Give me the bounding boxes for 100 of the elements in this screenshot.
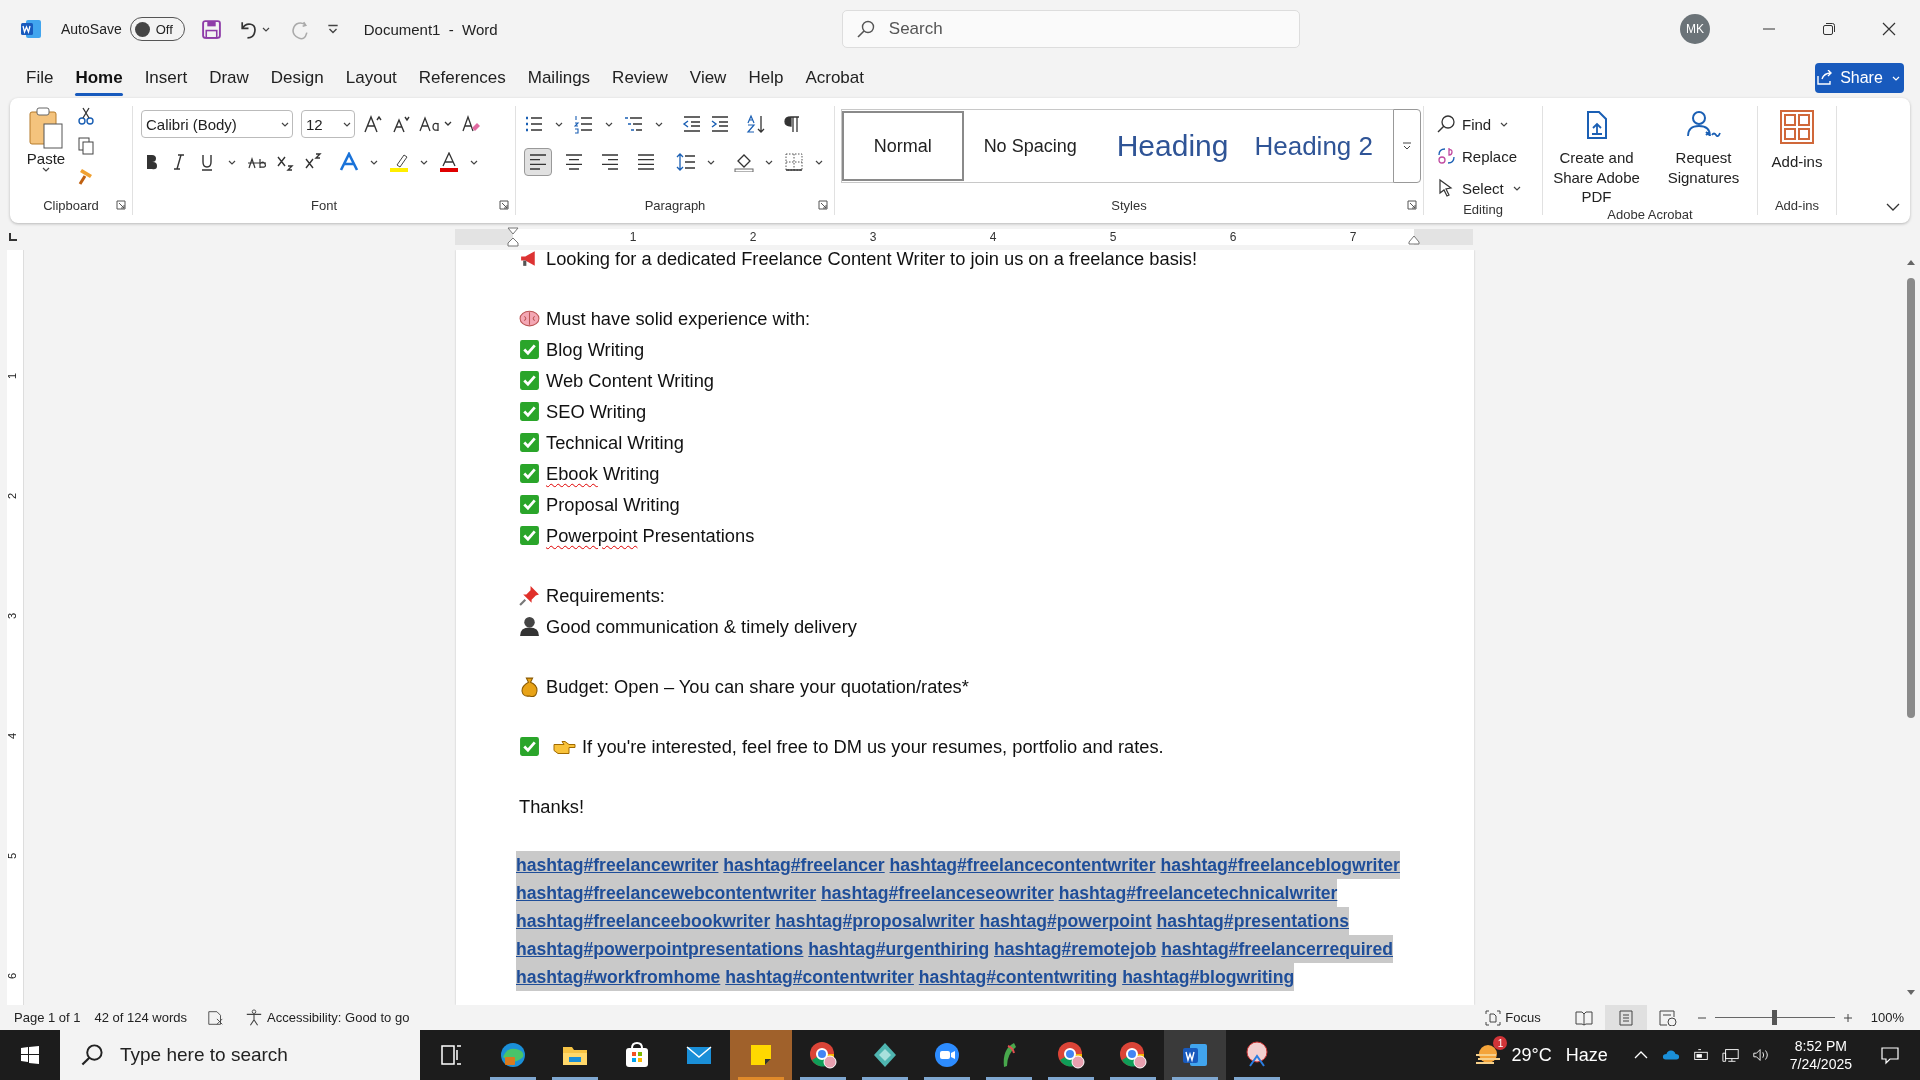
zoom-in-icon[interactable] — [1842, 1012, 1853, 1023]
dialog-launcher-icon[interactable] — [116, 200, 126, 210]
taskbar-search-field[interactable]: Type here to search — [60, 1030, 420, 1080]
acrobat-button[interactable]: Request Signatures — [1650, 110, 1757, 187]
hashtag-link[interactable]: hashtag#powerpoint — [979, 911, 1152, 931]
show-formatting-marks-icon[interactable] — [782, 114, 802, 134]
scroll-thumb[interactable] — [1907, 278, 1915, 718]
battery-icon[interactable] — [1691, 1047, 1710, 1063]
clear-formatting-icon[interactable] — [461, 114, 481, 134]
volume-icon[interactable] — [1751, 1047, 1770, 1063]
menu-tab[interactable]: Review — [612, 58, 668, 98]
search-field[interactable]: Search — [841, 10, 1300, 48]
accessibility-icon[interactable] — [245, 1008, 263, 1027]
multilevel-list-icon[interactable] — [624, 114, 644, 134]
cut-icon[interactable] — [76, 106, 96, 126]
hashtag-link[interactable]: hashtag#freelancewriter — [516, 855, 719, 875]
style-option[interactable]: No Spacing — [963, 111, 1097, 181]
collapse-ribbon-icon[interactable] — [1886, 203, 1900, 211]
restore-icon[interactable] — [1822, 22, 1836, 36]
dropdown-icon[interactable] — [343, 121, 351, 127]
hashtag-link[interactable]: hashtag#remotejob — [994, 939, 1157, 959]
editing-button[interactable]: Select — [1436, 174, 1524, 202]
hashtag-link[interactable]: hashtag#powerpointpresentations — [516, 939, 804, 959]
hashtag-link[interactable]: hashtag#blogwriting — [1122, 967, 1295, 987]
dropdown-icon[interactable] — [470, 159, 478, 165]
dialog-launcher-icon[interactable] — [1407, 200, 1417, 210]
weather-condition[interactable]: Haze — [1565, 1044, 1608, 1066]
word-count[interactable]: 42 of 124 words — [94, 1010, 187, 1025]
sort-icon[interactable] — [746, 114, 766, 134]
dropdown-icon[interactable] — [420, 159, 428, 165]
temperature[interactable]: 29°C — [1511, 1044, 1552, 1066]
editing-button[interactable]: Find — [1436, 110, 1512, 138]
dropdown-icon[interactable] — [228, 159, 236, 165]
menu-tab[interactable]: Layout — [345, 58, 397, 98]
hashtag-link[interactable]: hashtag#freelancecontentwriter — [889, 855, 1156, 875]
numbering-icon[interactable] — [574, 114, 594, 134]
scroll-up-icon[interactable] — [1906, 258, 1916, 266]
dialog-launcher-icon[interactable] — [818, 200, 828, 210]
dialog-launcher-icon[interactable] — [499, 200, 509, 210]
hashtag-link[interactable]: hashtag#freelancerrequired — [1161, 939, 1393, 959]
zoom-level[interactable]: 100% — [1870, 1010, 1904, 1025]
menu-tab[interactable]: Design — [270, 58, 324, 98]
hashtag-link[interactable]: hashtag#urgenthiring — [808, 939, 990, 959]
style-option[interactable]: Heading 2 — [1234, 111, 1393, 181]
save-icon[interactable] — [200, 18, 222, 40]
view-button[interactable] — [1604, 1005, 1647, 1030]
hashtag-link[interactable]: hashtag#contentwriting — [918, 967, 1118, 987]
menu-tab[interactable]: Help — [748, 58, 784, 98]
notification-icon[interactable] — [1880, 1045, 1900, 1065]
user-avatar[interactable]: MK — [1680, 14, 1710, 44]
line-spacing-icon[interactable] — [676, 152, 696, 172]
hashtag-link[interactable]: hashtag#contentwriter — [725, 967, 914, 987]
style-option[interactable]: Heading — [1096, 111, 1235, 181]
dropdown-icon[interactable] — [261, 26, 270, 32]
menu-tab[interactable]: Insert — [144, 58, 188, 98]
dropdown-icon[interactable] — [815, 159, 823, 165]
hashtag-link[interactable]: hashtag#freelancer — [723, 855, 885, 875]
share-button[interactable]: Share — [1815, 63, 1904, 93]
customize-toolbar-icon[interactable] — [325, 22, 340, 36]
copy-icon[interactable] — [76, 136, 96, 156]
right-indent-marker-icon[interactable] — [1408, 234, 1420, 245]
dropdown-icon[interactable] — [707, 159, 715, 165]
hashtag-link[interactable]: hashtag#freelanceebookwriter — [516, 911, 771, 931]
accessibility-status[interactable]: Accessibility: Good to go — [267, 1010, 410, 1025]
hashtag-link[interactable]: hashtag#freelanceblogwriter — [1160, 855, 1400, 875]
page-count[interactable]: Page 1 of 1 — [14, 1010, 81, 1025]
style-option[interactable]: Normal — [842, 111, 964, 181]
menu-tab[interactable]: Acrobat — [805, 58, 864, 98]
dropdown-icon[interactable] — [655, 121, 663, 127]
editing-button[interactable]: Replace — [1436, 142, 1518, 170]
menu-tab[interactable]: References — [418, 58, 506, 98]
font-size-field[interactable]: 12 — [301, 110, 355, 138]
hashtag-link[interactable]: hashtag#workfromhome — [516, 967, 721, 987]
dropdown-icon[interactable] — [765, 159, 773, 165]
shading-icon[interactable] — [734, 152, 754, 172]
dropdown-icon[interactable] — [1500, 121, 1509, 127]
tab-selector-icon[interactable] — [8, 231, 18, 242]
text-effects-icon[interactable] — [339, 152, 359, 172]
bullets-icon[interactable] — [524, 114, 544, 134]
acrobat-button[interactable]: Create and Share Adobe PDF — [1543, 110, 1650, 207]
dropdown-icon[interactable] — [281, 121, 289, 127]
align-button[interactable] — [524, 148, 552, 176]
font-name-field[interactable]: Calibri (Body) — [141, 110, 293, 138]
decrease-indent-icon[interactable] — [682, 114, 702, 134]
proofing-icon[interactable] — [207, 1008, 225, 1027]
change-case-icon[interactable] — [419, 114, 453, 134]
scroll-down-icon[interactable] — [1906, 989, 1916, 997]
menu-tab[interactable]: File — [26, 58, 54, 98]
highlighter-icon[interactable] — [389, 152, 409, 172]
dropdown-icon[interactable] — [605, 121, 613, 127]
clock-time[interactable]: 8:52 PM — [1794, 1036, 1847, 1055]
start-icon[interactable] — [20, 1045, 40, 1065]
hashtag-link[interactable]: hashtag#presentations — [1156, 911, 1349, 931]
font-color-icon[interactable] — [439, 152, 459, 172]
clock-date[interactable]: 7/24/2025 — [1789, 1055, 1852, 1074]
more-styles-button[interactable] — [1393, 109, 1421, 183]
focus-button[interactable]: Focus — [1485, 1009, 1541, 1026]
menu-tab[interactable]: Draw — [209, 58, 249, 98]
network-icon[interactable] — [1721, 1047, 1740, 1063]
dropdown-icon[interactable] — [1512, 185, 1521, 191]
